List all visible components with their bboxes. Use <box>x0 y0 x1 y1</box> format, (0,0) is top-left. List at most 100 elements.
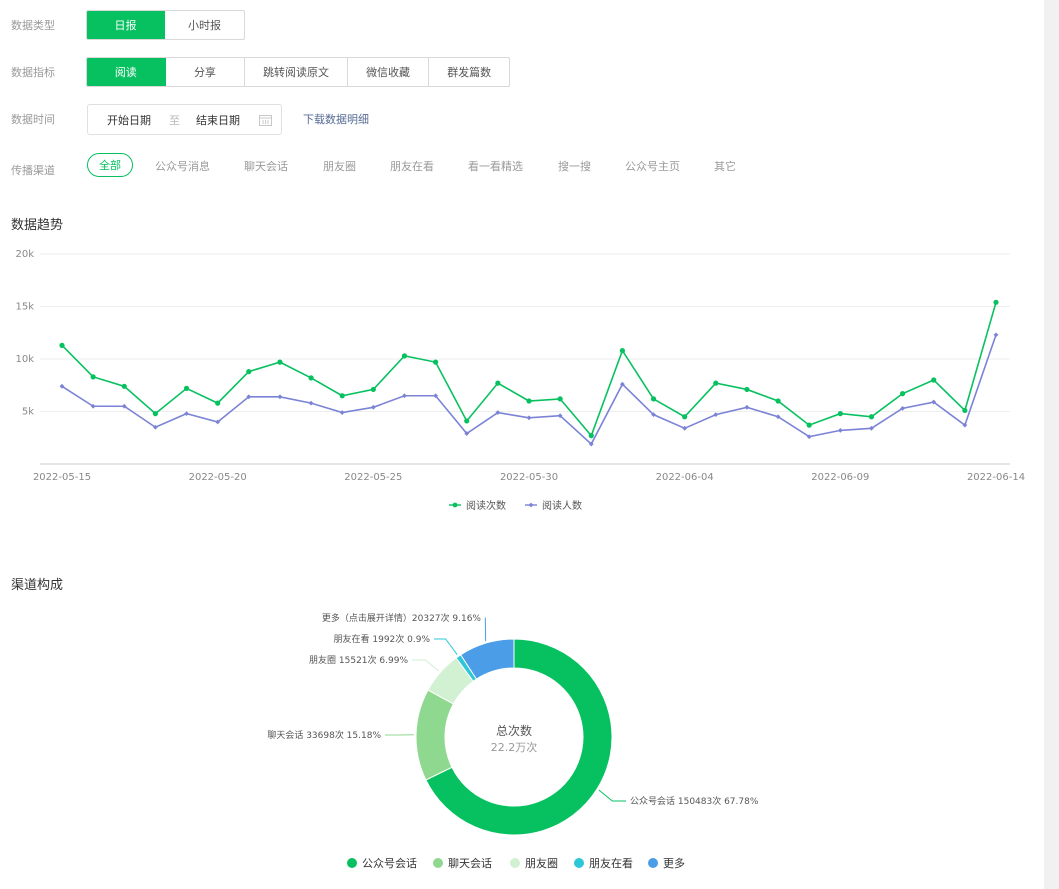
donut-legend-item[interactable]: 朋友圈 <box>510 855 558 871</box>
legend-item-readers[interactable]: 阅读人数 <box>525 497 582 512</box>
trend-title: 数据趋势 <box>11 218 64 233</box>
x-tick-label: 2022-06-14 <box>967 472 1025 483</box>
composition-title: 渠道构成 <box>11 578 64 593</box>
channel-all-button[interactable]: 全部 <box>87 153 133 177</box>
data-point-reads[interactable] <box>682 414 688 420</box>
legend-marker-icon <box>525 502 537 507</box>
data-point-reads[interactable] <box>277 359 283 365</box>
slice-leader-line <box>412 659 440 672</box>
trend-line-chart: 5k 10k 15k 20k 2022-05-15 2022-05-20 2022-05-2… <box>15 249 1025 483</box>
data-point-reads[interactable] <box>215 400 221 406</box>
donut-legend-item[interactable]: 朋友在看 <box>574 855 633 871</box>
channel-profile-page[interactable]: 公众号主页 <box>625 158 680 174</box>
data-point-reads[interactable] <box>713 380 719 386</box>
legend-label: 朋友圈 <box>525 857 558 870</box>
data-point-reads[interactable] <box>619 348 626 354</box>
data-point-readers[interactable] <box>744 404 750 410</box>
metric-mass-send-button[interactable]: 群发篇数 <box>429 58 509 86</box>
legend-dot-icon <box>510 858 520 868</box>
data-point-reads[interactable] <box>557 396 563 402</box>
metric-share-button[interactable]: 分享 <box>166 58 246 86</box>
donut-legend-item[interactable]: 公众号会话 <box>347 855 417 871</box>
legend-item-reads[interactable]: 阅读次数 <box>449 497 506 512</box>
data-point-reads[interactable] <box>650 396 657 402</box>
x-tick-label: 2022-06-09 <box>811 472 869 483</box>
slice-label: 公众号会话 150483次 67.78% <box>630 795 759 807</box>
data-point-readers[interactable] <box>682 425 688 431</box>
legend-dot-icon <box>347 858 357 868</box>
data-point-readers[interactable] <box>993 332 999 338</box>
data-point-reads[interactable] <box>744 386 750 393</box>
data-metric-label: 数据指标 <box>11 66 55 79</box>
data-point-reads[interactable] <box>246 369 252 375</box>
scrollbar-track[interactable] <box>1044 0 1059 889</box>
donut-center-label: 总次数 <box>496 723 532 738</box>
data-point-reads[interactable] <box>900 391 906 397</box>
channel-moments[interactable]: 朋友圈 <box>323 158 356 174</box>
data-point-reads[interactable] <box>526 398 532 404</box>
data-point-readers[interactable] <box>308 400 314 406</box>
data-point-reads[interactable] <box>806 422 812 428</box>
donut-legend-item[interactable]: 聊天会话 <box>433 855 492 871</box>
channel-other[interactable]: 其它 <box>714 158 736 174</box>
data-point-readers[interactable] <box>370 404 376 410</box>
donut-legend-item[interactable]: 更多 <box>648 855 685 871</box>
channel-top-stories[interactable]: 看一看精选 <box>468 158 523 174</box>
legend-label: 阅读次数 <box>466 501 506 512</box>
data-point-reads[interactable] <box>868 414 875 420</box>
legend-label: 公众号会话 <box>362 857 417 870</box>
data-point-reads[interactable] <box>433 359 439 365</box>
download-data-link[interactable]: 下载数据明细 <box>303 111 369 127</box>
slice-label: 聊天会话 33698次 15.18% <box>267 729 381 741</box>
data-point-reads[interactable] <box>962 407 968 414</box>
channel-chat[interactable]: 聊天会话 <box>244 158 288 174</box>
data-point-reads[interactable] <box>308 375 314 381</box>
x-tick-label: 2022-05-25 <box>344 472 402 483</box>
data-point-readers[interactable] <box>402 393 407 399</box>
data-point-reads[interactable] <box>183 385 190 391</box>
data-point-readers[interactable] <box>713 412 719 418</box>
channel-official-msg[interactable]: 公众号消息 <box>155 158 210 174</box>
data-point-reads[interactable] <box>401 353 408 359</box>
x-tick-label: 2022-06-04 <box>656 472 714 483</box>
metric-read-button[interactable]: 阅读 <box>87 58 166 86</box>
channel-search[interactable]: 搜一搜 <box>558 158 591 174</box>
data-point-reads[interactable] <box>495 380 501 386</box>
metric-favorite-button[interactable]: 微信收藏 <box>348 58 430 86</box>
data-point-readers[interactable] <box>339 410 345 415</box>
data-point-reads[interactable] <box>588 433 594 439</box>
data-point-reads[interactable] <box>931 377 937 383</box>
legend-marker-icon <box>449 502 461 507</box>
data-point-readers[interactable] <box>277 394 283 400</box>
x-tick-label: 2022-05-30 <box>500 472 558 483</box>
date-range-picker[interactable]: 开始日期 至 结束日期 <box>87 104 282 135</box>
data-point-reads[interactable] <box>775 398 781 404</box>
data-point-reads[interactable] <box>837 411 843 417</box>
start-date-field[interactable]: 开始日期 <box>107 112 151 128</box>
data-point-reads[interactable] <box>464 418 470 424</box>
channel-friends-watching[interactable]: 朋友在看 <box>390 158 434 174</box>
legend-dot-icon <box>574 858 584 868</box>
data-point-reads[interactable] <box>993 299 999 305</box>
data-point-reads[interactable] <box>152 411 158 417</box>
slice-chat[interactable] <box>415 689 455 781</box>
data-metric-segment: 阅读 分享 跳转阅读原文 微信收藏 群发篇数 <box>86 57 510 87</box>
slice-leader-line <box>484 617 487 642</box>
data-point-reads[interactable] <box>339 393 345 399</box>
data-point-readers[interactable] <box>526 415 532 421</box>
slice-leader-line <box>598 789 626 802</box>
metric-read-original-button[interactable]: 跳转阅读原文 <box>245 58 348 86</box>
slice-label[interactable]: 更多（点击展开详情）20327次 9.16% <box>322 612 482 624</box>
data-point-reads[interactable] <box>59 342 65 348</box>
legend-label: 聊天会话 <box>448 857 492 870</box>
data-point-reads[interactable] <box>90 374 96 380</box>
legend-dot-icon <box>433 858 443 868</box>
data-point-readers[interactable] <box>837 428 843 433</box>
end-date-field[interactable]: 结束日期 <box>196 112 240 128</box>
data-type-hourly-button[interactable]: 小时报 <box>165 11 244 39</box>
legend-dot-icon <box>648 858 658 868</box>
data-point-reads[interactable] <box>370 386 376 393</box>
donut-center-value: 22.2万次 <box>491 740 538 754</box>
data-type-daily-button[interactable]: 日报 <box>87 11 166 39</box>
data-point-reads[interactable] <box>121 383 127 389</box>
